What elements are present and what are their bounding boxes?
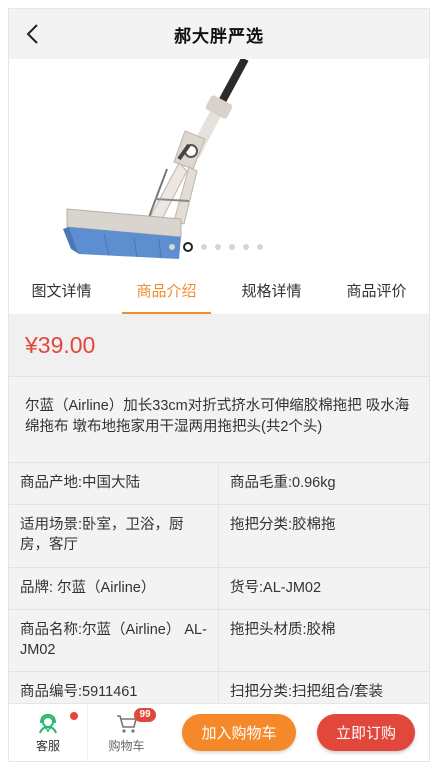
carousel-dot[interactable] [229,244,235,250]
spec-brand: 品牌: 尔蓝（Airline） [9,568,219,609]
tab-product-intro[interactable]: 商品介绍 [114,266,219,314]
app-screen: 郝大胖严选 图文详情 商品介绍 规格详情 商品评价 ¥39.00 尔蓝（Airl… [8,8,430,762]
customer-service-button[interactable]: 客服 [9,704,87,762]
spec-item-number: 货号:AL-JM02 [230,580,322,596]
spec-row: 商品产地:中国大陆 商品毛重:0.96kg [9,463,429,505]
carousel-dot[interactable] [201,244,207,250]
spec-row: 适用场景:卧室，卫浴，厨房，客厅 拖把分类:胶棉拖 [9,505,429,568]
notification-dot [70,711,78,720]
tab-spec-details[interactable]: 规格详情 [219,266,324,314]
spec-origin: 商品产地:中国大陆 [9,463,219,504]
add-to-cart-button[interactable]: 加入购物车 [182,714,296,751]
spec-head-material: 拖把头材质:胶棉 [230,622,336,638]
page-title: 郝大胖严选 [174,26,264,46]
top-nav-bar: 郝大胖严选 [9,9,429,59]
cart-button[interactable]: 99 购物车 [87,703,165,761]
back-button[interactable] [19,19,45,49]
tab-reviews[interactable]: 商品评价 [324,266,429,314]
spec-scenario: 适用场景:卧室，卫浴，厨房，客厅 [9,505,219,567]
tab-graphic-details[interactable]: 图文详情 [9,266,114,314]
detail-tabs: 图文详情 商品介绍 规格详情 商品评价 [9,266,429,315]
spec-gross-weight: 商品毛重:0.96kg [230,475,336,491]
cart-label: 购物车 [108,738,145,753]
product-image [63,59,249,259]
carousel-dot[interactable] [169,244,175,250]
carousel-dot[interactable] [215,244,221,250]
customer-service-icon [39,713,57,733]
spec-row: 商品名称:尔蓝（Airline） AL-JM02 拖把头材质:胶棉 [9,610,429,672]
product-image-carousel[interactable] [9,59,429,266]
cart-count-badge: 99 [134,707,156,722]
spec-product-name: 商品名称:尔蓝（Airline） AL-JM02 [9,610,219,671]
carousel-dot-active[interactable] [183,242,193,252]
spec-table: 商品产地:中国大陆 商品毛重:0.96kg 适用场景:卧室，卫浴，厨房，客厅 拖… [9,463,429,714]
buy-now-button[interactable]: 立即订购 [317,714,415,751]
carousel-dot[interactable] [257,244,263,250]
bottom-action-bar: 客服 99 购物车 加入购物车 立即订购 [9,703,429,762]
spec-row: 品牌: 尔蓝（Airline） 货号:AL-JM02 [9,568,429,610]
product-price: ¥39.00 [25,332,96,358]
carousel-indicator [169,242,263,252]
price-section: ¥39.00 [9,315,429,377]
carousel-dot[interactable] [243,244,249,250]
customer-service-label: 客服 [35,738,60,753]
chevron-left-icon [26,24,38,44]
product-description: 尔蓝（Airline）加长33cm对折式挤水可伸缩胶棉拖把 吸水海绵拖布 墩布地… [9,377,429,463]
spec-mop-category: 拖把分类:胶棉拖 [230,517,336,533]
